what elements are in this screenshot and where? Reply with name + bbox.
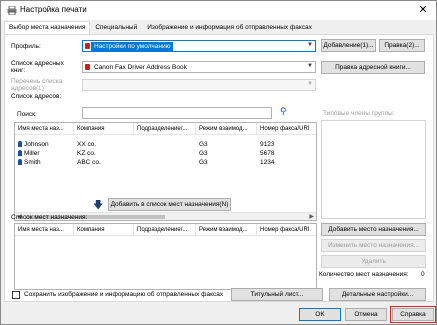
delete-destination-button[interactable]: Удалить bbox=[321, 255, 426, 268]
col-fax-number[interactable]: Номер факса/URI bbox=[257, 123, 316, 134]
col-name[interactable]: Имя места наз... bbox=[15, 123, 74, 134]
chevron-down-icon: ▼ bbox=[307, 42, 313, 48]
table-row[interactable]: Johnson XX co. G3 9123 bbox=[15, 140, 316, 149]
col-mode[interactable]: Режим взаимод... bbox=[196, 123, 257, 134]
group-members-label: Типовые члены группы: bbox=[323, 110, 395, 117]
address-book-icon bbox=[85, 64, 90, 70]
search-icon[interactable]: ⚲ bbox=[280, 106, 287, 117]
add-destination-button[interactable]: Добавить место назначения... bbox=[321, 223, 426, 236]
edit-address-book-button[interactable]: Правка адресной книги... bbox=[321, 61, 425, 74]
row-fax: 9123 bbox=[260, 141, 275, 148]
row-fax: 5678 bbox=[260, 150, 275, 157]
close-icon[interactable]: ✕ bbox=[414, 2, 432, 18]
destination-count-label: Количество мест назначения: bbox=[319, 271, 409, 278]
help-button[interactable]: Справка bbox=[390, 306, 436, 323]
address-list-label: Список адресов: bbox=[11, 93, 62, 100]
print-settings-dialog: Настройка печати ✕ Выбор места назначени… bbox=[0, 0, 437, 325]
edit-destination-button[interactable]: Изменить место назначения... bbox=[321, 239, 426, 252]
destinations-header: Имя места наз... Компания Подразделение/… bbox=[15, 224, 316, 236]
col-fax-number[interactable]: Номер факса/URI bbox=[257, 224, 316, 235]
cancel-button[interactable]: Отмена bbox=[345, 308, 387, 321]
address-list-header: Имя места наз... Компания Подразделение/… bbox=[15, 123, 316, 135]
arrow-down-icon: 🡇 bbox=[93, 200, 104, 211]
row-mode: G3 bbox=[199, 141, 208, 148]
tab-strip: Выбор места назначения Специальный Изобр… bbox=[4, 21, 317, 34]
tab-destination[interactable]: Выбор места назначения bbox=[4, 21, 91, 34]
profile-icon bbox=[85, 43, 90, 49]
row-name: Johnson bbox=[24, 141, 49, 148]
row-company: KZ co. bbox=[77, 150, 96, 157]
scroll-right-icon[interactable]: ▶ bbox=[309, 213, 314, 220]
chevron-down-icon: ▼ bbox=[307, 81, 313, 87]
address-book-label: Список адресных книг: bbox=[11, 60, 64, 74]
row-department bbox=[134, 158, 196, 167]
row-mode: G3 bbox=[199, 150, 208, 157]
col-company[interactable]: Компания bbox=[74, 123, 134, 134]
search-input[interactable] bbox=[82, 107, 272, 119]
tab-special[interactable]: Специальный bbox=[90, 21, 142, 34]
col-mode[interactable]: Режим взаимод... bbox=[196, 224, 257, 235]
detail-settings-button[interactable]: Детальные настройки... bbox=[329, 288, 426, 301]
address-list-type-label: Перечень списка адресов(L): bbox=[11, 78, 63, 92]
profile-edit-button[interactable]: Правка(2)... bbox=[379, 39, 425, 52]
tab-sent-fax-info[interactable]: Изображение и информация об отправленных… bbox=[142, 21, 317, 34]
col-department[interactable]: Подразделение/... bbox=[134, 224, 196, 235]
row-name: Miller bbox=[24, 150, 40, 157]
table-row[interactable]: Miller KZ co. G3 5678 bbox=[15, 149, 316, 158]
row-department bbox=[134, 149, 196, 158]
contact-icon bbox=[18, 159, 22, 165]
row-company: ABC co. bbox=[77, 159, 101, 166]
search-label: Поиск: bbox=[17, 111, 37, 118]
address-book-select[interactable]: Canon Fax Driver Address Book ▼ bbox=[82, 61, 316, 73]
ok-button[interactable]: OK bbox=[299, 308, 341, 321]
profile-value: Настройки по умолчанию bbox=[91, 42, 174, 51]
col-name[interactable]: Имя места наз... bbox=[15, 224, 74, 235]
window-title: Настройка печати bbox=[20, 5, 87, 14]
save-info-checkbox[interactable] bbox=[12, 291, 20, 299]
table-row[interactable]: Smith ABC co. G3 1234 bbox=[15, 158, 316, 167]
group-members-list[interactable] bbox=[321, 120, 426, 219]
row-company: XX co. bbox=[77, 141, 97, 148]
profile-select[interactable]: Настройки по умолчанию ▼ bbox=[82, 40, 316, 52]
cover-sheet-button[interactable]: Титульный лист... bbox=[231, 288, 323, 301]
row-mode: G3 bbox=[199, 159, 208, 166]
profile-add-button[interactable]: Добавление(1)... bbox=[321, 39, 376, 52]
printer-icon bbox=[7, 6, 17, 15]
contact-icon bbox=[18, 150, 22, 156]
contact-icon bbox=[18, 141, 22, 147]
chevron-down-icon: ▼ bbox=[307, 63, 313, 69]
col-company[interactable]: Компания bbox=[74, 224, 134, 235]
destination-panel: Профиль: Настройки по умолчанию ▼ Добавл… bbox=[4, 34, 434, 302]
row-fax: 1234 bbox=[260, 159, 275, 166]
address-book-value: Canon Fax Driver Address Book bbox=[94, 64, 187, 71]
add-to-destinations-button[interactable]: Добавить в список мест назначения(N) bbox=[108, 198, 231, 211]
profile-label: Профиль: bbox=[11, 43, 41, 50]
col-department[interactable]: Подразделение/... bbox=[134, 123, 196, 134]
save-info-label: Сохранить изображение и информацию об от… bbox=[24, 291, 224, 298]
title-bar: Настройка печати ✕ bbox=[1, 1, 436, 20]
destinations-label: Список мест назначения: bbox=[11, 214, 88, 221]
row-name: Smith bbox=[24, 159, 41, 166]
destinations-table[interactable]: Имя места наз... Компания Подразделение/… bbox=[14, 223, 317, 290]
address-list-type-select[interactable]: ▼ bbox=[82, 79, 316, 91]
destination-count-value: 0 bbox=[421, 271, 425, 278]
row-department bbox=[134, 140, 196, 149]
